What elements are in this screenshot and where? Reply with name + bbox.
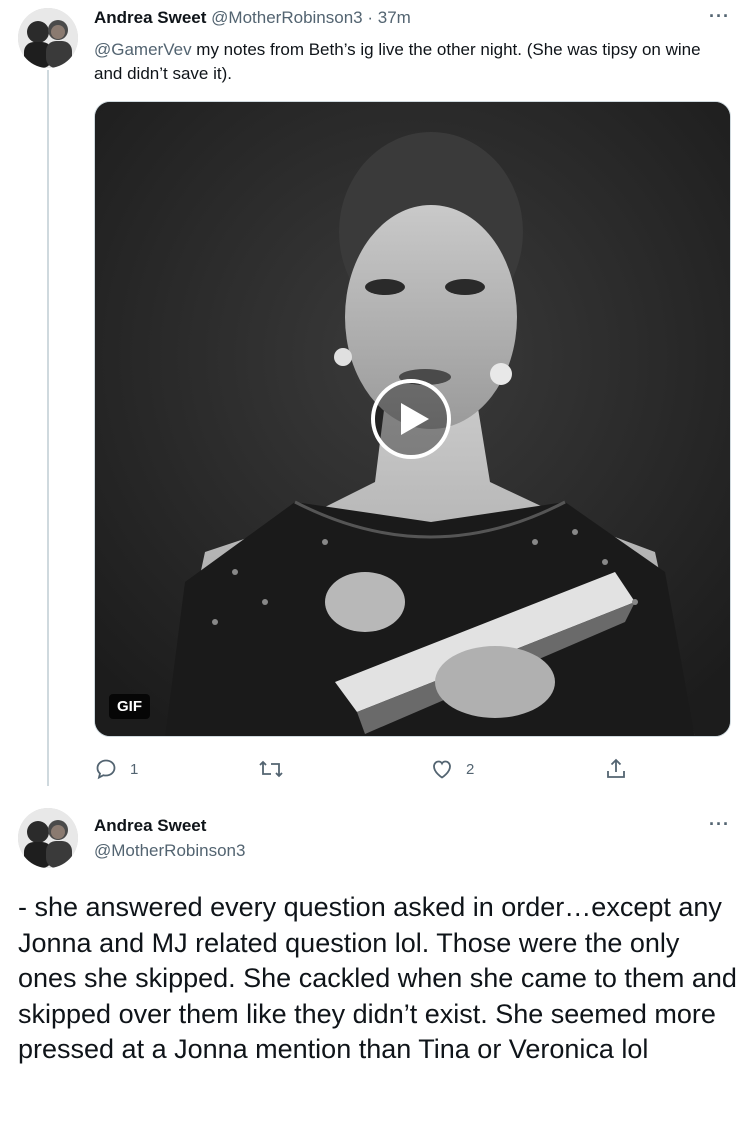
display-name[interactable]: Andrea Sweet: [94, 816, 206, 836]
like-button[interactable]: 2: [430, 752, 474, 786]
display-name[interactable]: Andrea Sweet: [94, 8, 206, 27]
tweet-actions: 1 2: [94, 752, 654, 786]
thread-connector-line: [47, 70, 49, 786]
tweet-text: @GamerVev my notes from Beth’s ig live t…: [94, 38, 730, 86]
reply-count: 1: [130, 760, 139, 778]
more-icon[interactable]: ···: [709, 6, 730, 27]
like-count: 2: [466, 760, 475, 778]
reply-icon: [96, 759, 116, 780]
share-button[interactable]: [604, 752, 640, 786]
tweet-header: Andrea Sweet @MotherRobinson3 · 37m: [94, 8, 411, 28]
avatar[interactable]: [18, 808, 78, 868]
timestamp[interactable]: 37m: [378, 8, 411, 27]
mention-link[interactable]: @GamerVev: [94, 40, 192, 59]
gif-media[interactable]: GIF: [94, 101, 731, 737]
reply-button[interactable]: 1: [94, 752, 138, 786]
play-button[interactable]: [371, 379, 451, 459]
share-icon: [607, 758, 625, 778]
time-separator: ·: [367, 8, 374, 27]
handle[interactable]: @MotherRobinson3: [211, 8, 362, 27]
handle[interactable]: @MotherRobinson3: [94, 841, 245, 861]
retweet-button[interactable]: [258, 752, 296, 786]
retweet-icon: [259, 760, 283, 778]
tweet-body: - she answered every question asked in o…: [18, 892, 737, 1064]
heart-icon: [433, 760, 451, 779]
gif-badge: GIF: [109, 694, 150, 719]
avatar[interactable]: [18, 8, 78, 68]
play-icon: [401, 403, 429, 435]
more-icon[interactable]: ···: [709, 814, 730, 835]
